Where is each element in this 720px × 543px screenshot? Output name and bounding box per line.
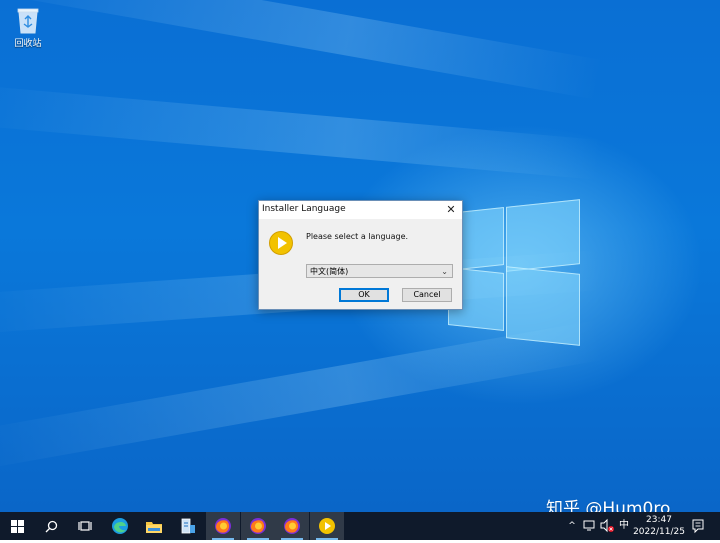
dialog-titlebar[interactable]: Installer Language ✕	[259, 201, 462, 219]
recycle-bin-icon	[15, 6, 41, 34]
firefox-button-2[interactable]	[241, 512, 275, 540]
clock[interactable]: 23:47 2022/11/25	[632, 512, 686, 540]
light-beam	[0, 84, 602, 180]
cancel-button[interactable]: Cancel	[402, 288, 452, 302]
action-center-button[interactable]	[690, 512, 706, 540]
file-explorer-button[interactable]	[137, 512, 171, 540]
network-button[interactable]	[582, 512, 596, 540]
search-icon	[45, 520, 57, 532]
windows-logo-icon	[10, 519, 24, 533]
clock-date: 2022/11/25	[633, 527, 685, 537]
watermark: 知乎 @Hum0ro	[546, 499, 671, 512]
server-icon	[181, 518, 195, 534]
clock-time: 23:47	[646, 515, 672, 525]
firefox-button-3[interactable]	[275, 512, 309, 540]
dialog-prompt: Please select a language.	[306, 232, 409, 241]
language-select-value: 中文(简体)	[310, 267, 349, 276]
firefox-icon	[215, 518, 231, 534]
show-hidden-icons-button[interactable]: ^	[566, 512, 578, 540]
dialog-title: Installer Language	[262, 204, 346, 214]
notification-icon	[692, 519, 704, 534]
recycle-bin-shortcut[interactable]: 回收站	[8, 6, 48, 49]
installer-language-dialog: Installer Language ✕ Please select a lan…	[258, 200, 463, 310]
ok-button[interactable]: OK	[339, 288, 389, 302]
chevron-down-icon: ⌄	[441, 267, 448, 276]
windows-logo-pane	[506, 199, 580, 272]
windows-logo-pane	[506, 266, 580, 346]
installer-button[interactable]	[310, 512, 344, 540]
desktop: 回收站 Installer Language ✕ Please select a…	[0, 0, 720, 512]
server-manager-button[interactable]	[171, 512, 205, 540]
task-view-icon	[78, 521, 92, 531]
installer-play-icon	[269, 231, 293, 255]
installer-play-icon	[319, 518, 335, 534]
firefox-icon	[250, 518, 266, 534]
volume-muted-icon	[600, 518, 614, 533]
language-select[interactable]: 中文(简体) ⌄	[306, 264, 453, 278]
recycle-bin-label: 回收站	[14, 39, 42, 49]
ime-indicator[interactable]: 中	[617, 512, 631, 540]
folder-icon	[146, 521, 162, 533]
edge-button[interactable]	[103, 512, 137, 540]
task-view-button[interactable]	[68, 512, 102, 540]
firefox-icon	[284, 518, 300, 534]
light-beam	[0, 0, 604, 100]
light-beam	[0, 320, 604, 471]
close-button[interactable]: ✕	[440, 201, 462, 219]
firefox-button-1[interactable]	[206, 512, 240, 540]
search-button[interactable]	[34, 512, 68, 540]
start-button[interactable]	[0, 512, 34, 540]
network-icon	[583, 520, 595, 531]
edge-icon	[112, 518, 128, 534]
volume-button[interactable]	[599, 512, 615, 540]
